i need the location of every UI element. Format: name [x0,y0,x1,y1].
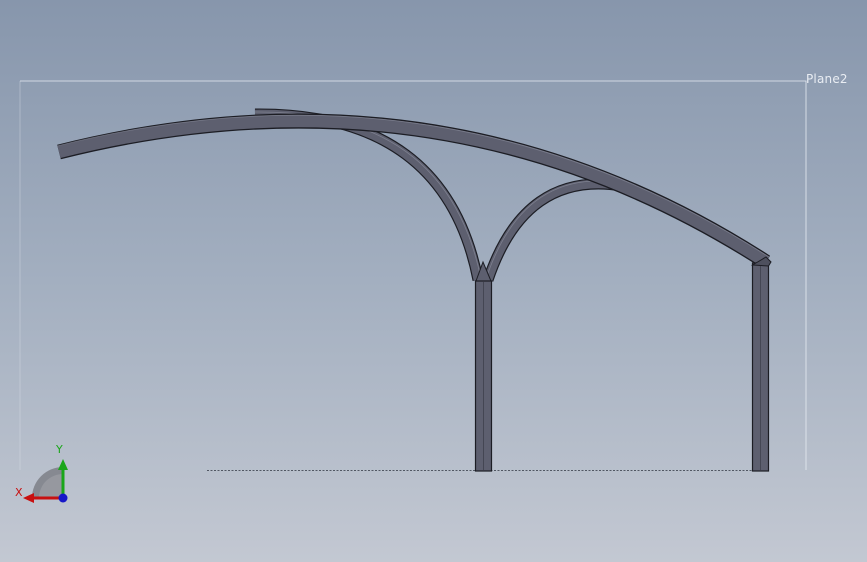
z-axis-dot [58,493,68,503]
right-column-beam[interactable] [750,256,772,472]
main-arch-beam[interactable] [56,113,771,269]
xy-plane-indicator [32,467,63,498]
right-inner-arch-beam[interactable] [482,178,623,282]
x-axis-label: X [15,486,23,499]
graphics-viewport[interactable]: Plane2 Y X [0,0,867,562]
reference-triad[interactable] [12,440,76,510]
center-column-beam[interactable] [474,280,493,472]
plane-label[interactable]: Plane2 [806,72,848,86]
model-scene[interactable] [0,0,867,562]
y-axis-label: Y [56,443,63,456]
